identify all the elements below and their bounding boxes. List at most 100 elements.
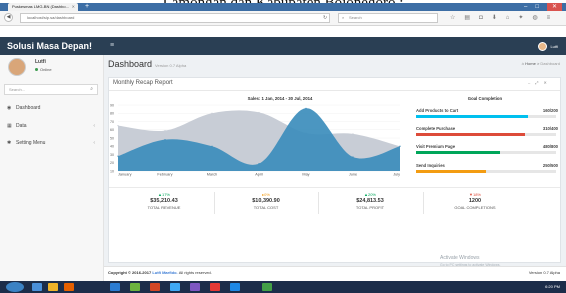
download-icon[interactable]: ⬇ bbox=[492, 13, 497, 23]
taskbar-clock: 6:20 PM bbox=[545, 284, 560, 289]
breadcrumb-home[interactable]: Home bbox=[525, 61, 536, 66]
x-tick-label: May bbox=[302, 173, 309, 177]
user-avatar bbox=[8, 58, 26, 76]
search-icon[interactable]: ⌕ bbox=[90, 85, 93, 94]
reading-list-icon[interactable]: ▤ bbox=[464, 13, 470, 23]
goal-progress-bar bbox=[416, 170, 556, 173]
goal-value: 250/500 bbox=[542, 163, 558, 168]
series-2-point bbox=[117, 155, 119, 157]
y-tick-label: 60 bbox=[110, 128, 114, 132]
home-icon[interactable]: ⌂ bbox=[506, 13, 510, 23]
goal-progress-fill bbox=[416, 115, 528, 118]
sidebar-item-label: Dashboard bbox=[16, 105, 41, 111]
sidebar-item-setting-menu[interactable]: ✱ Setting Menu ‹ bbox=[0, 137, 103, 149]
stat-change: ▲17% bbox=[158, 192, 170, 197]
stat-label: TOTAL PROFIT bbox=[355, 205, 385, 210]
stat-label: TOTAL REVENUE bbox=[147, 205, 181, 210]
y-tick-label: 40 bbox=[110, 145, 114, 149]
breadcrumb: ⌂ Home > Dashboard bbox=[522, 61, 560, 66]
browser-tab-title: Puskesmas LMG-BN (Dashbo... bbox=[12, 4, 69, 9]
author-link[interactable]: Lutfi Marfido. bbox=[152, 270, 177, 275]
extension-icon[interactable]: ✦ bbox=[518, 13, 523, 23]
goal-value: 310/400 bbox=[542, 126, 558, 131]
goal-label: Visit Premium Page bbox=[416, 144, 456, 149]
sidebar-item-data[interactable]: ▦ Data ‹ bbox=[0, 120, 103, 132]
word-icon[interactable] bbox=[110, 283, 120, 291]
y-tick-label: 10 bbox=[110, 169, 114, 173]
y-tick-label: 70 bbox=[110, 120, 114, 124]
app-icon[interactable] bbox=[230, 283, 240, 291]
x-tick-label: January bbox=[118, 173, 132, 177]
back-icon[interactable]: ◀ bbox=[4, 13, 13, 22]
goal-progress-fill bbox=[416, 170, 486, 173]
goal-label: Complete Purchase bbox=[416, 126, 456, 131]
start-button-icon[interactable] bbox=[6, 282, 24, 292]
box-tools: – ⤢ ✕ bbox=[528, 80, 547, 85]
search-icon: ⌕ bbox=[342, 15, 345, 20]
new-tab-button[interactable]: + bbox=[82, 3, 92, 11]
header-user-menu[interactable]: Lutfi bbox=[538, 37, 558, 55]
breadcrumb-current: Dashboard bbox=[540, 61, 560, 66]
app-icon[interactable] bbox=[210, 283, 220, 291]
stat-label: TOTAL COST bbox=[253, 205, 279, 210]
copyright-suffix: All rights reserved. bbox=[178, 270, 212, 275]
user-status: Online bbox=[35, 67, 52, 72]
maximize-button[interactable]: □ bbox=[535, 3, 539, 11]
series-2-point bbox=[305, 107, 307, 109]
version-tag: Version 0.7 Alpha bbox=[155, 63, 187, 68]
goal-progress-bar bbox=[416, 151, 556, 154]
brand-logo[interactable]: Solusi Masa Depan! bbox=[0, 37, 104, 55]
stat-block: ▼18% 1200 GOAL COMPLETIONS bbox=[425, 192, 525, 210]
tab-close-icon[interactable]: ✕ bbox=[72, 3, 75, 11]
series-1-point bbox=[117, 125, 119, 127]
goal-value: 160/200 bbox=[542, 108, 558, 113]
y-tick-label: 80 bbox=[110, 112, 114, 116]
stat-block: ▲20% $24,813.53 TOTAL PROFIT bbox=[320, 192, 420, 210]
ie-icon[interactable] bbox=[32, 283, 42, 291]
menu-toggle-icon[interactable]: ≡ bbox=[110, 37, 114, 55]
window-controls: – □ ✕ bbox=[524, 3, 562, 11]
goal-progress-bar bbox=[416, 133, 556, 136]
collapse-icon[interactable]: – bbox=[528, 80, 530, 85]
app-icon[interactable] bbox=[150, 283, 160, 291]
close-icon[interactable]: ✕ bbox=[543, 80, 546, 85]
expand-icon[interactable]: ⤢ bbox=[535, 80, 538, 85]
app-icon[interactable] bbox=[170, 283, 180, 291]
y-tick-label: 20 bbox=[110, 161, 114, 165]
footer-version: Version 0.7 Alpha bbox=[528, 270, 560, 275]
reload-icon[interactable]: ↻ bbox=[323, 13, 327, 23]
sync-icon[interactable]: ◍ bbox=[532, 13, 537, 23]
page-title-text: Dashboard bbox=[108, 59, 153, 69]
goal-progress-bar bbox=[416, 115, 556, 118]
star-icon[interactable]: ☆ bbox=[450, 13, 455, 23]
address-bar[interactable]: localhost/sip.sa/dashboard bbox=[20, 13, 330, 23]
sidebar-search-input[interactable]: Search... ⌕ bbox=[4, 84, 98, 95]
toolbar-icons: ☆ ▤ ◘ ⬇ ⌂ ✦ ◍ ≡ bbox=[450, 13, 550, 23]
firefox-icon[interactable] bbox=[64, 283, 74, 291]
series-2-point bbox=[399, 145, 401, 147]
browser-tab[interactable]: Puskesmas LMG-BN (Dashbo... ✕ bbox=[8, 3, 78, 11]
copyright-prefix: Copyright © 2016-2017 bbox=[108, 270, 152, 275]
app-icon[interactable] bbox=[130, 283, 140, 291]
goal-progress-fill bbox=[416, 133, 526, 136]
app-icon[interactable] bbox=[262, 283, 272, 291]
folder-icon[interactable] bbox=[48, 283, 58, 291]
dashboard-icon: ◉ bbox=[7, 105, 12, 111]
stat-block: ▲17% $35,210.43 TOTAL REVENUE bbox=[114, 192, 214, 210]
minimize-button[interactable]: – bbox=[524, 3, 527, 11]
sidebar-item-dashboard[interactable]: ◉ Dashboard bbox=[0, 102, 103, 114]
sales-chart: 10 20 30 40 50 60 70 80 90 January February March Ap… bbox=[110, 103, 401, 177]
pocket-icon[interactable]: ◘ bbox=[479, 13, 483, 23]
close-window-button[interactable]: ✕ bbox=[546, 3, 562, 11]
series-1-point bbox=[164, 129, 166, 132]
app-icon[interactable] bbox=[190, 283, 200, 291]
box-divider bbox=[109, 90, 560, 91]
browser-search-input[interactable]: ⌕ Search bbox=[338, 13, 438, 23]
header-user-name: Lutfi bbox=[550, 43, 558, 49]
sidebar-search-placeholder: Search... bbox=[9, 87, 26, 92]
box-title: Monthly Recap Report bbox=[113, 80, 173, 86]
copyright: Copyright © 2016-2017 Lutfi Marfido. All… bbox=[108, 270, 212, 275]
x-tick-label: July bbox=[393, 173, 400, 177]
breadcrumb-separator: > bbox=[536, 61, 540, 66]
menu-icon[interactable]: ≡ bbox=[547, 13, 551, 23]
